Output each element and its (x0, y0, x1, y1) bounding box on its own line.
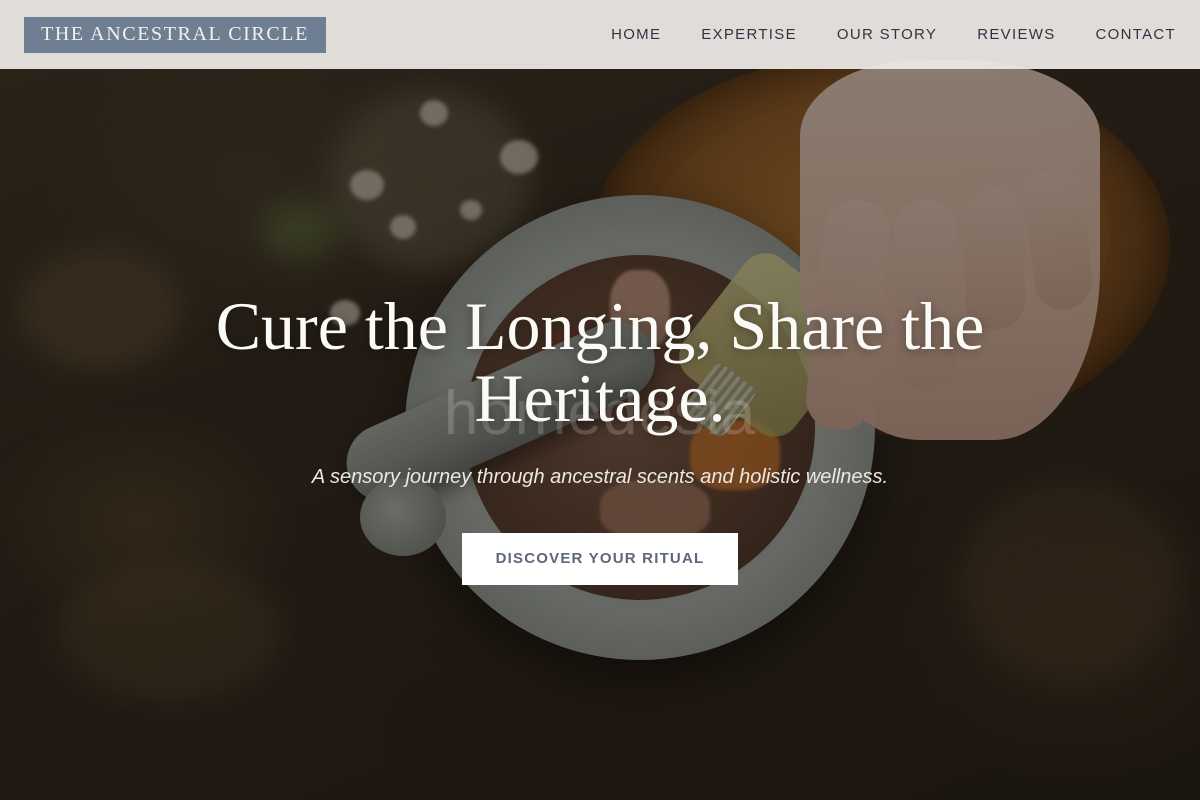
hero-title: Cure the Longing, Share the Heritage. (215, 288, 985, 436)
hero-subtitle: A sensory journey through ancestral scen… (311, 466, 889, 488)
nav-home[interactable]: HOME (611, 26, 661, 43)
main-nav: HOME EXPERTISE OUR STORY REVIEWS CONTACT (611, 26, 1176, 43)
discover-ritual-button[interactable]: DISCOVER YOUR RITUAL (462, 533, 738, 585)
site-header: THE ANCESTRAL CIRCLE HOME EXPERTISE OUR … (0, 0, 1200, 69)
nav-expertise[interactable]: EXPERTISE (701, 26, 797, 43)
brand-logo[interactable]: THE ANCESTRAL CIRCLE (24, 16, 326, 53)
nav-contact[interactable]: CONTACT (1096, 26, 1176, 43)
hero-section: Cure the Longing, Share the Heritage. A … (0, 290, 1200, 585)
nav-our-story[interactable]: OUR STORY (837, 26, 937, 43)
nav-reviews[interactable]: REVIEWS (977, 26, 1055, 43)
